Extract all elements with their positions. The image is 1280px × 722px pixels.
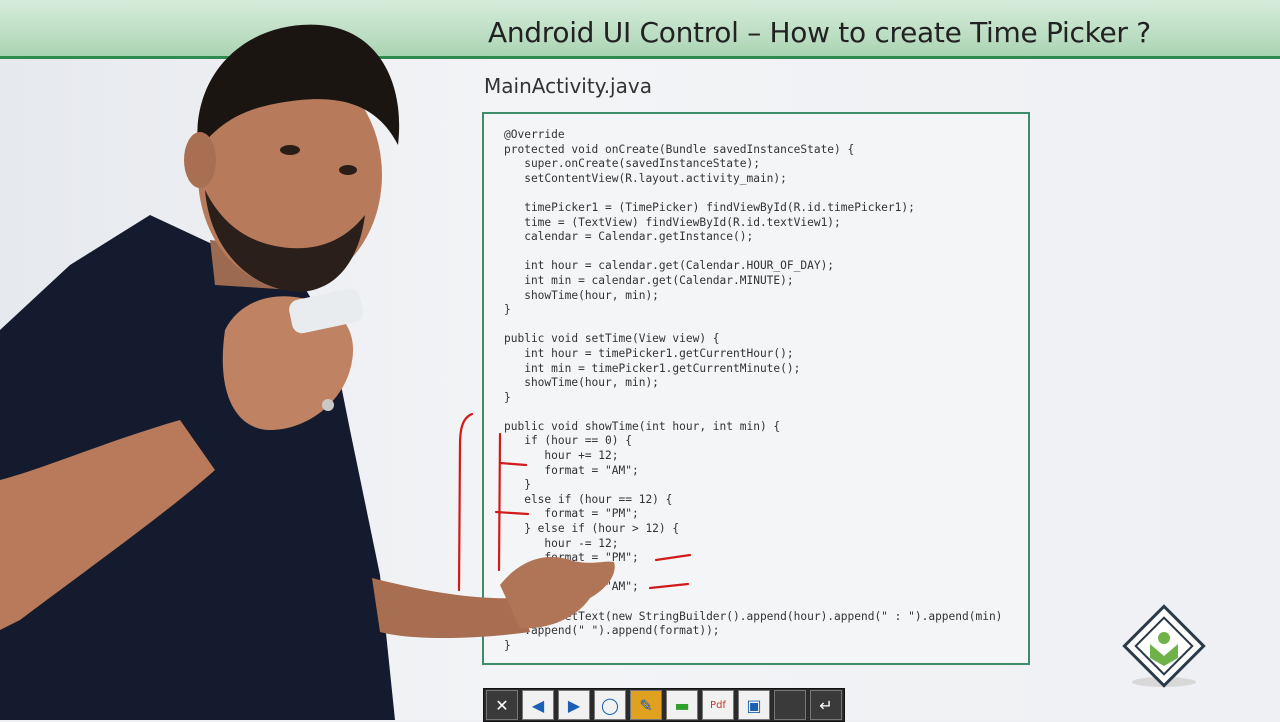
close-icon[interactable]: ✕: [486, 690, 518, 720]
arrow-right-icon[interactable]: ▶: [558, 690, 590, 720]
presentation-toolbar: ✕ ◀ ▶ ◯ ✎ ▬ Pdf ▣ ↵: [483, 688, 845, 722]
pdf-icon[interactable]: Pdf: [702, 690, 734, 720]
screenshot-icon[interactable]: ▣: [738, 690, 770, 720]
exit-icon[interactable]: ↵: [810, 690, 842, 720]
pen-icon[interactable]: ✎: [630, 690, 662, 720]
arrow-left-icon[interactable]: ◀: [522, 690, 554, 720]
highlighter-icon[interactable]: ▬: [666, 690, 698, 720]
blank-button[interactable]: [774, 690, 806, 720]
brand-logo: [1122, 604, 1206, 688]
mouse-icon[interactable]: ◯: [594, 690, 626, 720]
presenter-figure: [0, 24, 615, 720]
